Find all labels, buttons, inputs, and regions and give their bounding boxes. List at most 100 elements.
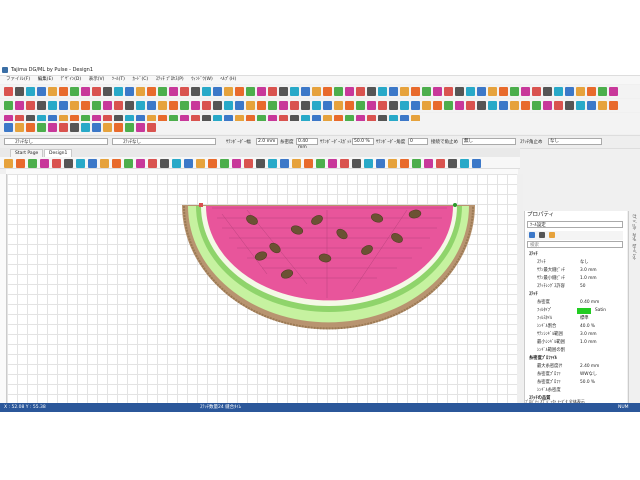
property-row[interactable]: ｽﾃｯﾁ なし <box>525 259 625 267</box>
row4-tool-11-icon[interactable] <box>114 123 123 132</box>
row1-tool-54-icon[interactable] <box>587 87 596 96</box>
row2-tool-56-icon[interactable] <box>609 101 618 110</box>
row2-tool-31-icon[interactable] <box>334 101 343 110</box>
row2-tool-32-icon[interactable] <box>345 101 354 110</box>
row2-tool-20-icon[interactable] <box>213 101 222 110</box>
start-point-marker[interactable] <box>453 203 457 207</box>
row1-tool-1-icon[interactable] <box>4 87 13 96</box>
row1-tool-49-icon[interactable] <box>532 87 541 96</box>
row1-tool-44-icon[interactable] <box>477 87 486 96</box>
row1-tool-13-icon[interactable] <box>136 87 145 96</box>
row1-tool-36-icon[interactable] <box>389 87 398 96</box>
view-tool-39-icon[interactable] <box>460 159 469 168</box>
menu-card[interactable]: ｶｰﾄﾞ(C) <box>133 76 149 84</box>
property-row[interactable]: 糸密度 0.40 mm <box>525 299 625 307</box>
row1-tool-33-icon[interactable] <box>356 87 365 96</box>
row2-tool-24-icon[interactable] <box>257 101 266 110</box>
row4-tool-10-icon[interactable] <box>103 123 112 132</box>
row1-tool-24-icon[interactable] <box>257 87 266 96</box>
fill-color-swatch[interactable] <box>577 308 591 314</box>
side-tab-palette[interactable]: ｶﾗｰﾊﾟﾚｯﾄ <box>631 244 637 260</box>
row1-tool-29-icon[interactable] <box>312 87 321 96</box>
menu-edit[interactable]: 編集(E) <box>38 76 53 84</box>
row1-tool-41-icon[interactable] <box>444 87 453 96</box>
view-tool-7-icon[interactable] <box>76 159 85 168</box>
row1-tool-17-icon[interactable] <box>180 87 189 96</box>
row2-tool-11-icon[interactable] <box>114 101 123 110</box>
row1-tool-32-icon[interactable] <box>345 87 354 96</box>
menu-window[interactable]: ｳｨﾝﾄﾞｳ(W) <box>191 76 212 84</box>
row1-tool-18-icon[interactable] <box>191 87 200 96</box>
row1-tool-43-icon[interactable] <box>466 87 475 96</box>
view-tool-17-icon[interactable] <box>196 159 205 168</box>
view-tool-12-icon[interactable] <box>136 159 145 168</box>
row1-tool-45-icon[interactable] <box>488 87 497 96</box>
view-tool-26-icon[interactable] <box>304 159 313 168</box>
row2-tool-45-icon[interactable] <box>488 101 497 110</box>
tab-design1[interactable]: Design1 <box>44 149 73 157</box>
view-tool-20-icon[interactable] <box>232 159 241 168</box>
row2-tool-42-icon[interactable] <box>455 101 464 110</box>
row2-tool-19-icon[interactable] <box>202 101 211 110</box>
view-tool-9-icon[interactable] <box>100 159 109 168</box>
row2-tool-48-icon[interactable] <box>521 101 530 110</box>
row2-tool-25-icon[interactable] <box>268 101 277 110</box>
row1-tool-37-icon[interactable] <box>400 87 409 96</box>
row4-tool-9-icon[interactable] <box>92 123 101 132</box>
row2-tool-41-icon[interactable] <box>444 101 453 110</box>
row1-tool-52-icon[interactable] <box>565 87 574 96</box>
row1-tool-25-icon[interactable] <box>268 87 277 96</box>
row4-tool-3-icon[interactable] <box>26 123 35 132</box>
fill-stitch-select[interactable]: ｽﾃｯﾁなし <box>4 138 108 145</box>
row1-tool-26-icon[interactable] <box>279 87 288 96</box>
row2-tool-43-icon[interactable] <box>466 101 475 110</box>
row1-tool-22-icon[interactable] <box>235 87 244 96</box>
row4-tool-8-icon[interactable] <box>81 123 90 132</box>
corner-select[interactable]: 無し <box>462 138 516 145</box>
vertical-scrollbar[interactable] <box>517 174 523 412</box>
row1-tool-48-icon[interactable] <box>521 87 530 96</box>
row2-tool-29-icon[interactable] <box>312 101 321 110</box>
view-tool-19-icon[interactable] <box>220 159 229 168</box>
row4-tool-5-icon[interactable] <box>48 123 57 132</box>
angle-input[interactable]: 0 <box>408 138 428 145</box>
row2-tool-8-icon[interactable] <box>81 101 90 110</box>
row1-tool-9-icon[interactable] <box>92 87 101 96</box>
view-tool-37-icon[interactable] <box>436 159 445 168</box>
row4-tool-14-icon[interactable] <box>147 123 156 132</box>
row2-tool-37-icon[interactable] <box>400 101 409 110</box>
row2-tool-2-icon[interactable] <box>15 101 24 110</box>
row2-tool-30-icon[interactable] <box>323 101 332 110</box>
row2-tool-13-icon[interactable] <box>136 101 145 110</box>
menu-view[interactable]: 表示(V) <box>89 76 105 84</box>
row2-tool-14-icon[interactable] <box>147 101 156 110</box>
row1-tool-12-icon[interactable] <box>125 87 134 96</box>
row1-tool-3-icon[interactable] <box>26 87 35 96</box>
row2-tool-16-icon[interactable] <box>169 101 178 110</box>
row2-tool-9-icon[interactable] <box>92 101 101 110</box>
view-tool-3-icon[interactable] <box>28 159 37 168</box>
row2-tool-52-icon[interactable] <box>565 101 574 110</box>
view-tool-21-icon[interactable] <box>244 159 253 168</box>
view-tool-29-icon[interactable] <box>340 159 349 168</box>
row4-tool-2-icon[interactable] <box>15 123 24 132</box>
row4-tool-7-icon[interactable] <box>70 123 79 132</box>
row1-tool-21-icon[interactable] <box>224 87 233 96</box>
side-tab-objects[interactable]: ｵﾌﾞｼﾞｪｸﾄ <box>631 214 637 230</box>
row1-tool-55-icon[interactable] <box>598 87 607 96</box>
view-tool-27-icon[interactable] <box>316 159 325 168</box>
view-tool-32-icon[interactable] <box>376 159 385 168</box>
row2-tool-35-icon[interactable] <box>378 101 387 110</box>
row2-tool-33-icon[interactable] <box>356 101 365 110</box>
underlay-width-input[interactable]: 2.0 mm <box>256 138 278 145</box>
view-tool-23-icon[interactable] <box>268 159 277 168</box>
row1-tool-20-icon[interactable] <box>213 87 222 96</box>
row2-tool-54-icon[interactable] <box>587 101 596 110</box>
menu-design[interactable]: ﾃﾞｻﾞｲﾝ(D) <box>61 76 81 84</box>
row2-tool-22-icon[interactable] <box>235 101 244 110</box>
row2-tool-12-icon[interactable] <box>125 101 134 110</box>
row1-tool-23-icon[interactable] <box>246 87 255 96</box>
row2-tool-5-icon[interactable] <box>48 101 57 110</box>
view-tool-30-icon[interactable] <box>352 159 361 168</box>
property-row[interactable]: ｼﾝｷﾞﾙ割合 40.0 % <box>525 323 625 331</box>
